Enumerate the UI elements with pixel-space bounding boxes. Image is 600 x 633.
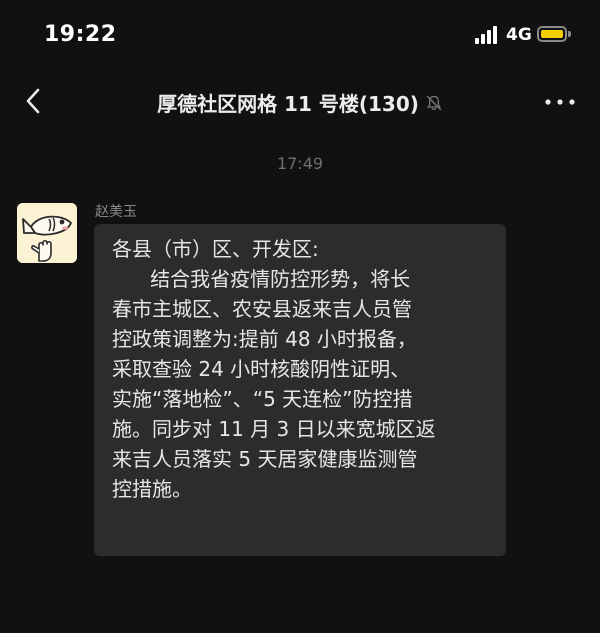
signal-strength-icon [475, 26, 499, 44]
sender-name: 赵美玉 [95, 204, 137, 220]
chat-title-bar: 厚德社区网格 11 号楼(130) [0, 88, 600, 117]
message-line: 各县（市）区、开发区: [112, 237, 319, 261]
battery-level-fill [541, 30, 563, 38]
fish-cartoon-avatar-icon [17, 203, 77, 263]
chat-screen: 19:22 4G 厚德社区网格 11 号楼(130) 17:49 赵美玉 各县（… [0, 0, 600, 633]
message-line: 结合我省疫情防控形势，将长 [112, 267, 411, 291]
network-type-label: 4G [506, 25, 532, 45]
status-time: 19:22 [44, 22, 117, 47]
bell-muted-icon [426, 95, 442, 110]
status-bar: 19:22 4G [0, 0, 600, 70]
message-line: 实施“落地检”、“5 天连检”防控措 [112, 387, 413, 411]
message-line: 来吉人员落实 5 天居家健康监测管 [112, 447, 418, 471]
battery-icon [537, 26, 567, 42]
message-line: 采取查验 24 小时核酸阴性证明、 [112, 357, 411, 381]
battery-cap [568, 31, 571, 37]
avatar[interactable] [17, 203, 77, 263]
message-line: 控政策调整为:提前 48 小时报备， [112, 327, 417, 351]
more-options-button[interactable] [543, 90, 577, 114]
message-line: 春市主城区、农安县返来吉人员管 [112, 297, 412, 321]
message-timestamp: 17:49 [276, 154, 324, 173]
more-dots-icon [545, 99, 575, 105]
message-line: 施。同步对 11 月 3 日以来宽城区返 [112, 417, 436, 441]
message-bubble[interactable]: 各县（市）区、开发区: 结合我省疫情防控形势，将长 春市主城区、农安县返来吉人员… [94, 224, 506, 556]
chat-title: 厚德社区网格 11 号楼(130) [157, 92, 419, 116]
message-line: 控措施。 [112, 477, 192, 501]
nav-bar: 厚德社区网格 11 号楼(130) [0, 72, 600, 132]
